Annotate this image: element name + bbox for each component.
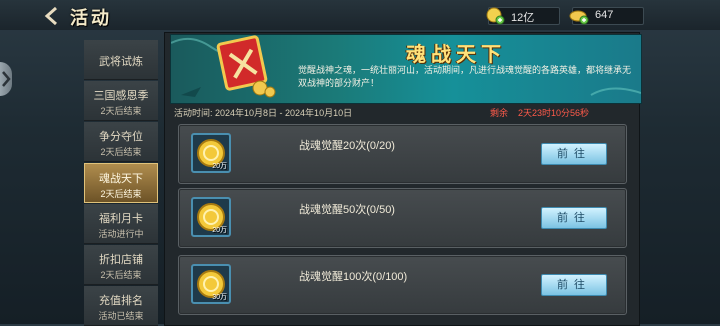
menu-item-thanksgiving[interactable]: 三国感恩季 2天后结束 (84, 81, 158, 121)
task-description: 战魂觉醒20次(0/20) (299, 140, 395, 152)
go-button[interactable]: 前往 (541, 143, 607, 165)
menu-item-status: 2天后结束 (100, 106, 142, 116)
menu-item-status: 2天后结束 (100, 270, 142, 280)
menu-item-label: 争分夺位 (99, 131, 143, 143)
menu-item-status: 活动已结束 (98, 311, 144, 321)
task-description: 战魂觉醒50次(0/50) (299, 204, 395, 216)
event-time-label: 活动时间: 2024年10月8日 - 2024年10月10日 (174, 108, 353, 118)
coin-stack-icon (486, 7, 505, 25)
go-button[interactable]: 前往 (541, 274, 607, 296)
back-arrow-icon[interactable] (42, 6, 62, 26)
task-row: 20万 战魂觉醒20次(0/20) 前往 (178, 124, 627, 184)
menu-item-status: 2天后结束 (100, 189, 142, 199)
menu-item-label: 福利月卡 (99, 213, 143, 225)
menu-item-label: 魂战天下 (99, 173, 143, 185)
activity-menu: 武将试炼 三国感恩季 2天后结束 争分夺位 2天后结束 魂战天下 2天后结束 福… (84, 40, 158, 326)
menu-item-rank-battle[interactable]: 争分夺位 2天后结束 (84, 122, 158, 162)
menu-item-label: 折扣店铺 (99, 254, 143, 266)
banner-description: 觉醒战神之魂，一统壮丽河山，活动期间，凡进行战魂觉醒的各路英雄，都将继承无双战神… (298, 65, 632, 88)
menu-item-monthly-card[interactable]: 福利月卡 活动进行中 (84, 204, 158, 244)
task-row: 30万 战魂觉醒100次(0/100) 前往 (178, 255, 627, 315)
ingot-value: 647 (595, 9, 614, 21)
menu-item-label: 武将试炼 (99, 56, 143, 68)
top-bar: 活动 12亿 647 (0, 0, 720, 30)
menu-item-recharge-rank[interactable]: 充值排名 活动已结束 (84, 286, 158, 326)
banner-title: 魂战天下 (406, 42, 506, 66)
task-row: 20万 战魂觉醒50次(0/50) 前往 (178, 188, 627, 248)
reward-amount: 20万 (212, 163, 227, 170)
remaining-time: 剩余 2天23时10分56秒 (490, 106, 599, 119)
reward-slot[interactable]: 30万 (191, 264, 231, 304)
menu-item-discount-shop[interactable]: 折扣店铺 2天后结束 (84, 245, 158, 285)
menu-item-status: 活动进行中 (98, 229, 144, 239)
silver-coin-counter[interactable]: 12亿 (486, 7, 560, 25)
menu-item-soul-war[interactable]: 魂战天下 2天后结束 (84, 163, 158, 203)
reward-amount: 30万 (212, 294, 227, 301)
awakening-token-icon (216, 35, 276, 98)
page-title: 活动 (70, 8, 112, 29)
task-description: 战魂觉醒100次(0/100) (299, 271, 408, 283)
reward-slot[interactable]: 20万 (191, 133, 231, 173)
reward-amount: 20万 (212, 227, 227, 234)
chevron-right-icon (2, 71, 11, 87)
menu-item-label: 充值排名 (99, 295, 143, 307)
event-time-bar: 活动时间: 2024年10月8日 - 2024年10月10日 剩余 2天23时10… (170, 104, 640, 118)
remaining-value: 2天23时10分56秒 (518, 108, 590, 118)
coin-value: 12亿 (511, 12, 535, 24)
go-button[interactable]: 前往 (541, 207, 607, 229)
remaining-label: 剩余 (490, 108, 509, 118)
side-expand-tab[interactable] (0, 62, 12, 96)
menu-item-status: 2天后结束 (100, 147, 142, 157)
menu-item-label: 三国感恩季 (93, 90, 149, 102)
menu-item-wujiang-trial[interactable]: 武将试炼 (84, 40, 158, 80)
gold-ingot-icon (569, 10, 589, 25)
reward-slot[interactable]: 20万 (191, 197, 231, 237)
gold-ingot-counter[interactable]: 647 (569, 7, 644, 25)
